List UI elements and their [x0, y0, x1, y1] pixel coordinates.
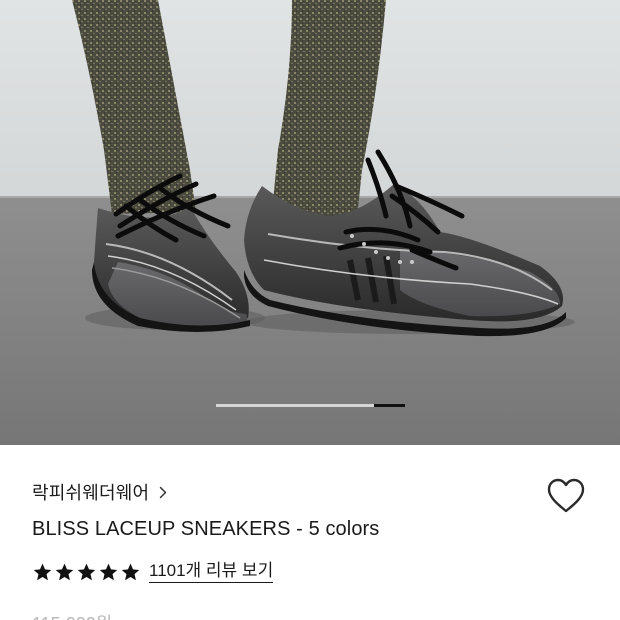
carousel-pager-thumb	[373, 404, 405, 407]
star-icon	[77, 563, 96, 580]
product-info: 락피쉬웨더웨어 BLISS LACEUP SNEAKERS - 5 colors…	[0, 445, 620, 620]
product-title: BLISS LACEUP SNEAKERS - 5 colors	[32, 518, 380, 540]
star-icon	[33, 563, 52, 580]
star-rating	[32, 562, 141, 583]
product-photo	[0, 0, 620, 445]
wishlist-button[interactable]	[546, 477, 586, 515]
review-link[interactable]: 1101개 리뷰 보기	[149, 561, 274, 583]
chevron-right-icon	[159, 486, 167, 499]
star-icon	[55, 563, 74, 580]
brand-name: 락피쉬웨더웨어	[32, 483, 150, 503]
brand-link[interactable]: 락피쉬웨더웨어	[32, 481, 167, 503]
star-icon	[121, 563, 140, 580]
original-price: 115,000원	[32, 610, 112, 620]
heart-outline-icon	[547, 478, 585, 513]
carousel-pager	[216, 404, 405, 407]
rating-row: 1101개 리뷰 보기	[32, 560, 274, 584]
product-image-carousel[interactable]	[0, 0, 620, 445]
star-icon	[99, 563, 118, 580]
